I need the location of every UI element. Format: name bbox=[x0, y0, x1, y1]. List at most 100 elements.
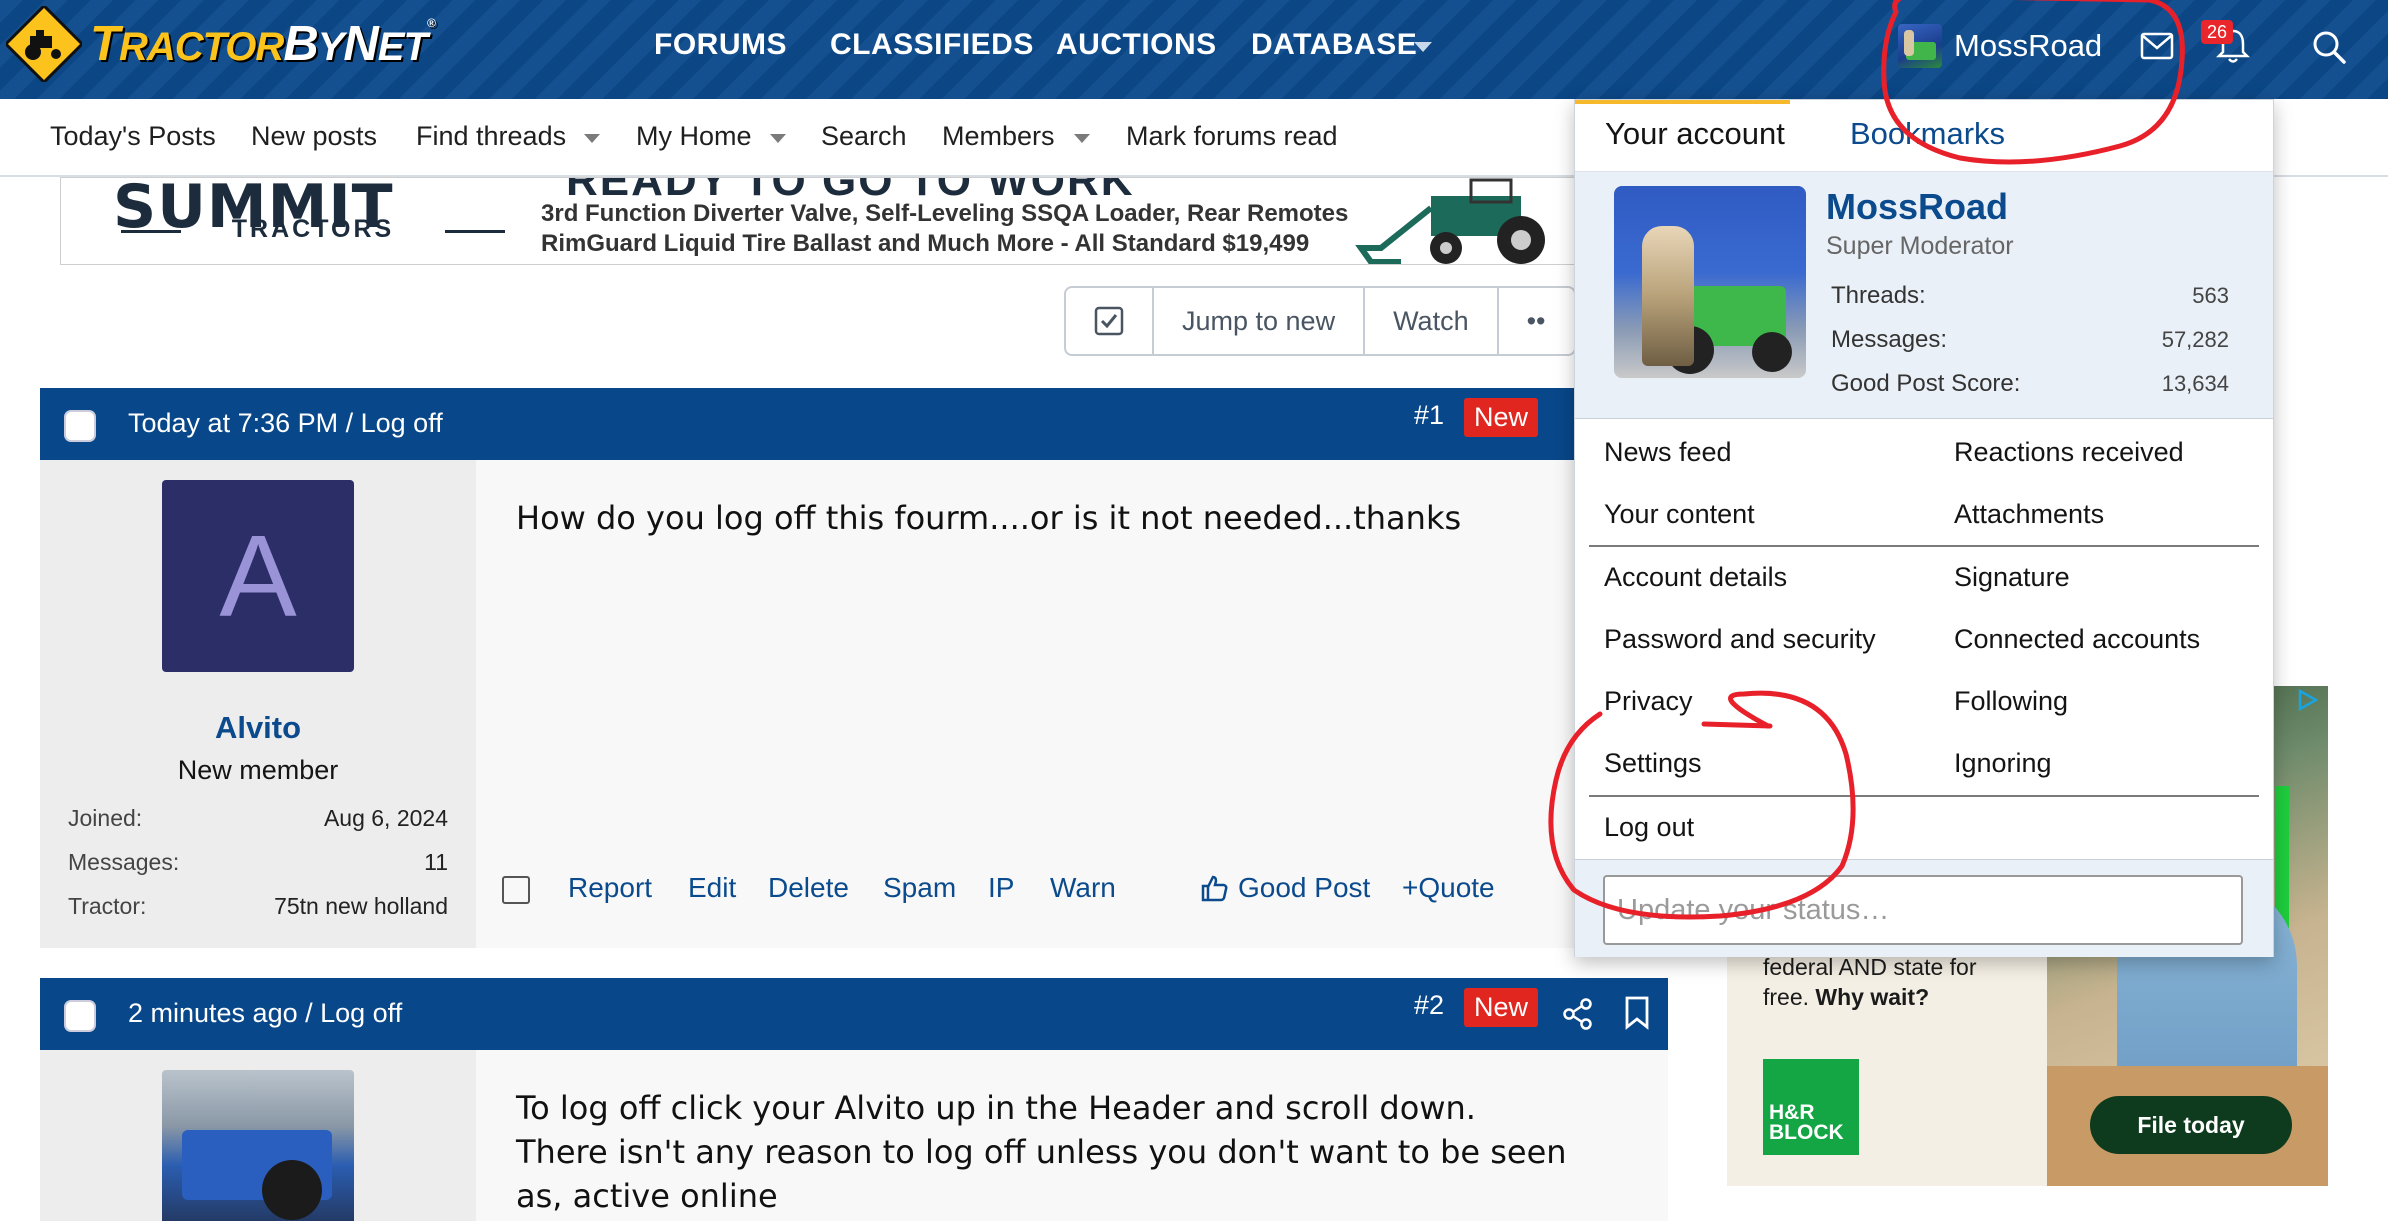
messages-stat-label: Messages: bbox=[1831, 326, 1948, 353]
status-update-input[interactable] bbox=[1603, 875, 2243, 945]
post-2-number[interactable]: #2 bbox=[1414, 990, 1444, 1021]
find-threads-caret[interactable] bbox=[584, 134, 600, 143]
post-1-username[interactable]: Alvito bbox=[40, 710, 476, 746]
joined-label: Joined: bbox=[68, 805, 143, 831]
thumbs-up-icon[interactable] bbox=[1200, 874, 1228, 909]
nav-database[interactable]: DATABASE bbox=[1251, 28, 1417, 62]
warn-link[interactable]: Warn bbox=[1050, 872, 1116, 904]
post-1-action-checkbox[interactable] bbox=[502, 876, 530, 904]
more-options-button[interactable]: •• bbox=[1499, 288, 1574, 354]
menu-news-feed[interactable]: News feed bbox=[1604, 437, 1732, 468]
menu-password-security[interactable]: Password and security bbox=[1604, 624, 1876, 655]
post-1-user-panel: A Alvito New member Joined: Aug 6, 2024 … bbox=[40, 460, 476, 948]
username-label: MossRoad bbox=[1954, 28, 2103, 63]
nav-forums[interactable]: FORUMS bbox=[654, 28, 787, 62]
threads-label: Threads: bbox=[1831, 282, 1926, 309]
jump-to-new-button[interactable]: Jump to new bbox=[1154, 288, 1366, 354]
ad-copy-line-2: free. bbox=[1763, 984, 1816, 1010]
menu-log-out[interactable]: Log out bbox=[1604, 812, 1694, 843]
members-caret[interactable] bbox=[1074, 134, 1090, 143]
joined-value: Aug 6, 2024 bbox=[323, 805, 448, 831]
file-today-button[interactable]: File today bbox=[2090, 1096, 2292, 1154]
ad-line-2: RimGuard Liquid Tire Ballast and Much Mo… bbox=[541, 230, 1310, 257]
post-1-user-title: New member bbox=[177, 755, 339, 785]
profile-name[interactable]: MossRoad bbox=[1826, 186, 2008, 228]
account-profile-summary: MossRoad Super Moderator Threads: 563 Me… bbox=[1575, 172, 2273, 419]
post-2-body: To log off click your Alvito up in the H… bbox=[476, 1050, 1668, 1221]
active-tab-indicator bbox=[1575, 100, 1790, 104]
top-navigation-bar: TRACTORBYNET® FORUMS CLASSIFIEDS AUCTION… bbox=[0, 0, 2388, 99]
watch-button[interactable]: Watch bbox=[1365, 288, 1499, 354]
tractor-image bbox=[1351, 178, 1579, 264]
good-post-link[interactable]: Good Post bbox=[1238, 872, 1370, 904]
user-account-link[interactable]: MossRoad bbox=[1898, 24, 2102, 68]
user-avatar-small bbox=[1898, 24, 1942, 68]
site-logo[interactable]: TRACTORBYNET® bbox=[3, 3, 436, 85]
good-post-score-value: 13,634 bbox=[2161, 371, 2229, 396]
profile-role: Super Moderator bbox=[1826, 232, 2014, 260]
menu-following[interactable]: Following bbox=[1954, 686, 2068, 717]
report-link[interactable]: Report bbox=[568, 872, 652, 904]
alvito-avatar[interactable]: A bbox=[162, 480, 354, 672]
inbox-icon[interactable] bbox=[2140, 32, 2174, 65]
messages-label: Messages: bbox=[68, 849, 180, 875]
tab-your-account[interactable]: Your account bbox=[1605, 116, 1785, 152]
account-menu-tabs: Your account Bookmarks bbox=[1575, 100, 2273, 172]
post-2-select-checkbox[interactable] bbox=[64, 1000, 96, 1032]
subnav-new-posts[interactable]: New posts bbox=[251, 121, 377, 152]
ad-copy: federal AND state for free. Why wait? bbox=[1763, 952, 1977, 1012]
post-2-header: 2 minutes ago / Log off #2 New bbox=[40, 978, 1668, 1050]
nav-auctions[interactable]: AUCTIONS bbox=[1056, 28, 1217, 62]
spam-link[interactable]: Spam bbox=[883, 872, 956, 904]
alerts-count-badge: 26 bbox=[2201, 20, 2234, 44]
post-1-message: How do you log off this fourm....or is i… bbox=[516, 499, 1462, 537]
ad-choices-icon[interactable] bbox=[2296, 688, 2320, 718]
subnav-mark-forums-read[interactable]: Mark forums read bbox=[1126, 121, 1338, 152]
post-2-user-avatar[interactable] bbox=[162, 1070, 354, 1221]
ad-brand-sub: TRACTORS bbox=[113, 215, 513, 244]
subnav-search[interactable]: Search bbox=[821, 121, 907, 152]
nav-classifieds[interactable]: CLASSIFIEDS bbox=[830, 28, 1034, 62]
post-2-message-line-2: There isn't any reason to log off unless… bbox=[516, 1133, 1567, 1171]
messages-stat-value: 57,282 bbox=[2161, 327, 2229, 352]
ip-link[interactable]: IP bbox=[988, 872, 1014, 904]
menu-account-details[interactable]: Account details bbox=[1604, 562, 1787, 593]
menu-attachments[interactable]: Attachments bbox=[1954, 499, 2104, 530]
menu-ignoring[interactable]: Ignoring bbox=[1954, 748, 2052, 779]
tab-bookmarks[interactable]: Bookmarks bbox=[1850, 116, 2005, 152]
search-icon[interactable] bbox=[2312, 30, 2346, 69]
quote-link[interactable]: +Quote bbox=[1402, 872, 1495, 904]
threads-value: 563 bbox=[2192, 283, 2229, 308]
menu-your-content[interactable]: Your content bbox=[1604, 499, 1755, 530]
subnav-todays-posts[interactable]: Today's Posts bbox=[50, 121, 216, 152]
menu-reactions-received[interactable]: Reactions received bbox=[1954, 437, 2184, 468]
my-home-caret[interactable] bbox=[770, 134, 786, 143]
status-update-area bbox=[1575, 859, 2273, 957]
ad-line-1: 3rd Function Diverter Valve, Self-Leveli… bbox=[541, 200, 1349, 227]
menu-signature[interactable]: Signature bbox=[1954, 562, 2070, 593]
menu-privacy[interactable]: Privacy bbox=[1604, 686, 1693, 717]
post-1-number[interactable]: #1 bbox=[1414, 400, 1444, 431]
tractor-label: Tractor: bbox=[68, 893, 147, 919]
subnav-members[interactable]: Members bbox=[942, 121, 1055, 152]
share-icon[interactable] bbox=[1562, 998, 1594, 1035]
post-1-select-checkbox[interactable] bbox=[64, 410, 96, 442]
edit-link[interactable]: Edit bbox=[688, 872, 736, 904]
account-dropdown-menu: Your account Bookmarks MossRoad Super Mo… bbox=[1574, 99, 2274, 957]
select-thread-toggle[interactable] bbox=[1066, 288, 1154, 354]
menu-connected-accounts[interactable]: Connected accounts bbox=[1954, 624, 2200, 655]
good-post-score-label: Good Post Score: bbox=[1831, 370, 2021, 397]
menu-settings[interactable]: Settings bbox=[1604, 748, 1702, 779]
subnav-find-threads[interactable]: Find threads bbox=[416, 121, 566, 152]
post-2-meta[interactable]: 2 minutes ago / Log off bbox=[128, 998, 402, 1029]
database-dropdown-caret[interactable] bbox=[1414, 42, 1432, 52]
subnav-my-home[interactable]: My Home bbox=[636, 121, 752, 152]
summit-tractors-ad[interactable]: READY TO GO TO WORK SUMMIT TRACTORS 3rd … bbox=[60, 177, 1580, 265]
post-2-new-badge: New bbox=[1464, 988, 1539, 1027]
post-1-meta[interactable]: Today at 7:36 PM / Log off bbox=[128, 408, 443, 439]
post-2-message-line-3: as, active online bbox=[516, 1177, 778, 1215]
profile-avatar[interactable] bbox=[1614, 186, 1806, 378]
bookmark-icon[interactable] bbox=[1624, 996, 1650, 1035]
delete-link[interactable]: Delete bbox=[768, 872, 849, 904]
post-1-new-badge: New bbox=[1464, 398, 1539, 437]
